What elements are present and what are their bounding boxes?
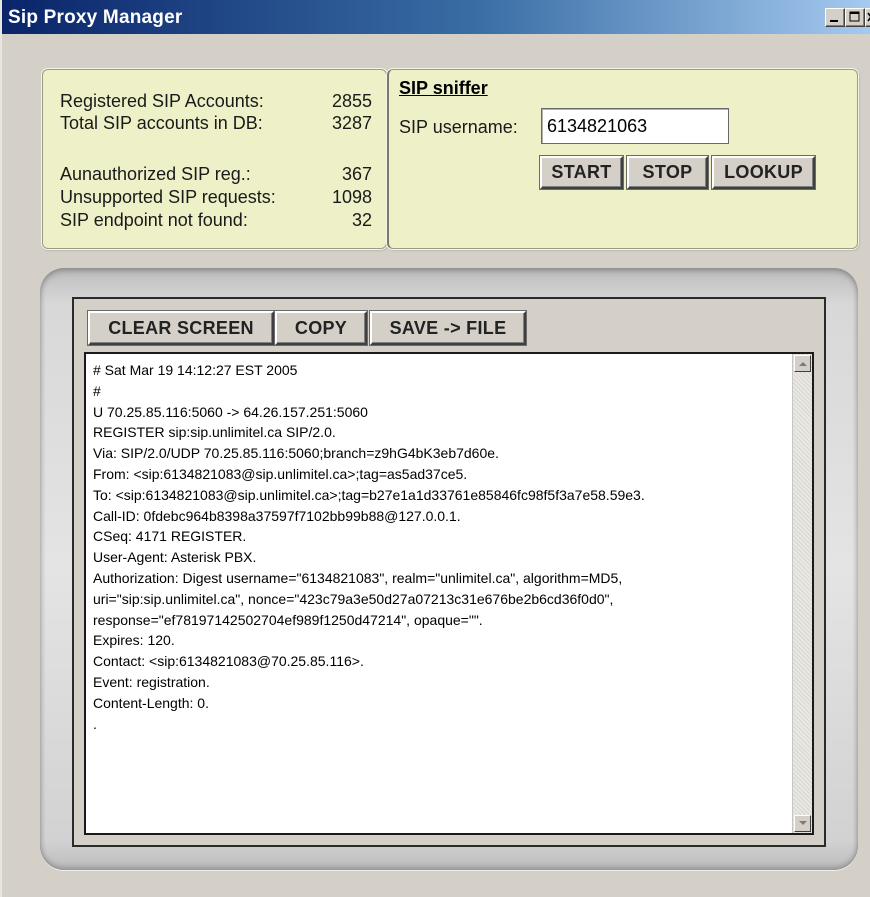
log-line: Expires: 120.: [93, 632, 175, 649]
log-line: # Sat Mar 19 14:12:27 EST 2005: [93, 362, 298, 378]
log-line: REGISTER sip:sip.unlimitel.ca SIP/2.0.: [93, 424, 336, 441]
log-line: response="ef78197142502704ef989f1250d472…: [93, 611, 483, 628]
log-line: #: [93, 382, 101, 399]
scroll-up-button[interactable]: [794, 355, 811, 372]
vertical-scrollbar[interactable]: [792, 354, 812, 833]
log-line: uri="sip:sip.unlimitel.ca", nonce="423c7…: [93, 590, 614, 607]
scroll-down-button[interactable]: [794, 815, 811, 832]
log-line: Authorization: Digest username="61348210…: [93, 569, 623, 586]
log-line: Event: registration.: [93, 673, 210, 690]
stat-label: Aunauthorized SIP reg.:: [60, 164, 251, 184]
log-line: User-Agent: Asterisk PBX.: [93, 549, 257, 566]
minimize-icon: [830, 20, 838, 22]
start-button[interactable]: START: [539, 155, 624, 190]
log-line: Call-ID: 0fdebc964b8398a37597f7102bb99b8…: [93, 507, 461, 524]
stat-label: Unsupported SIP requests:: [60, 187, 276, 207]
sip-username-input[interactable]: [541, 108, 729, 144]
stop-button[interactable]: STOP: [626, 155, 709, 190]
log-line: CSeq: 4171 REGISTER.: [93, 528, 247, 545]
sip-sniffer-panel: SIP sniffer SIP username: START STOP LOO…: [387, 69, 858, 249]
log-line: From: <sip:6134821083@sip.unlimitel.ca>;…: [93, 465, 468, 482]
close-button[interactable]: [865, 8, 870, 27]
log-line: Contact: <sip:6134821083@70.25.85.116>.: [93, 653, 364, 670]
log-line: Content-Length: 0.: [93, 694, 209, 711]
window-title: Sip Proxy Manager: [8, 7, 183, 28]
sip-username-label: SIP username:: [399, 117, 518, 137]
stat-label: SIP endpoint not found:: [60, 210, 248, 230]
close-icon: [867, 12, 870, 22]
console-frame: CLEAR SCREEN COPY SAVE -> FILE # Sat Mar…: [40, 268, 858, 870]
minimize-button[interactable]: [825, 8, 845, 27]
lookup-button[interactable]: LOOKUP: [711, 155, 816, 190]
sniffer-title: SIP sniffer: [399, 78, 488, 98]
maximize-button[interactable]: [845, 8, 865, 27]
maximize-icon: [849, 11, 860, 22]
stat-value: 3287: [331, 113, 372, 133]
log-line: U 70.25.85.116:5060 -> 64.26.157.251:506…: [93, 403, 368, 420]
stats-panel: Registered SIP Accounts: 2855 Total SIP …: [42, 69, 387, 249]
stat-value: 2855: [331, 91, 372, 111]
clear-screen-button[interactable]: CLEAR SCREEN: [87, 310, 275, 346]
arrow-up-icon: [799, 362, 807, 366]
app-window: Sip Proxy Manager Registered SIP Account…: [0, 0, 870, 897]
arrow-down-icon: [799, 821, 807, 825]
log-line: To: <sip:6134821083@sip.unlimitel.ca>;ta…: [93, 486, 645, 503]
stat-label: Registered SIP Accounts:: [60, 91, 264, 111]
log-text: # Sat Mar 19 14:12:27 EST 2005 # U 70.25.8…: [93, 360, 793, 830]
copy-button[interactable]: COPY: [274, 310, 368, 346]
stat-value: 367: [341, 164, 372, 184]
save-to-file-button[interactable]: SAVE -> FILE: [369, 310, 527, 346]
console-panel: CLEAR SCREEN COPY SAVE -> FILE # Sat Mar…: [72, 297, 826, 847]
stat-value: 1098: [331, 187, 372, 207]
log-line: .: [93, 715, 97, 732]
log-line: Via: SIP/2.0/UDP 70.25.85.116:5060;branc…: [93, 445, 499, 462]
log-text-area[interactable]: # Sat Mar 19 14:12:27 EST 2005 # U 70.25.8…: [84, 352, 814, 835]
title-bar[interactable]: Sip Proxy Manager: [2, 0, 870, 34]
stat-label: Total SIP accounts in DB:: [60, 113, 263, 133]
stat-value: 32: [351, 210, 372, 230]
